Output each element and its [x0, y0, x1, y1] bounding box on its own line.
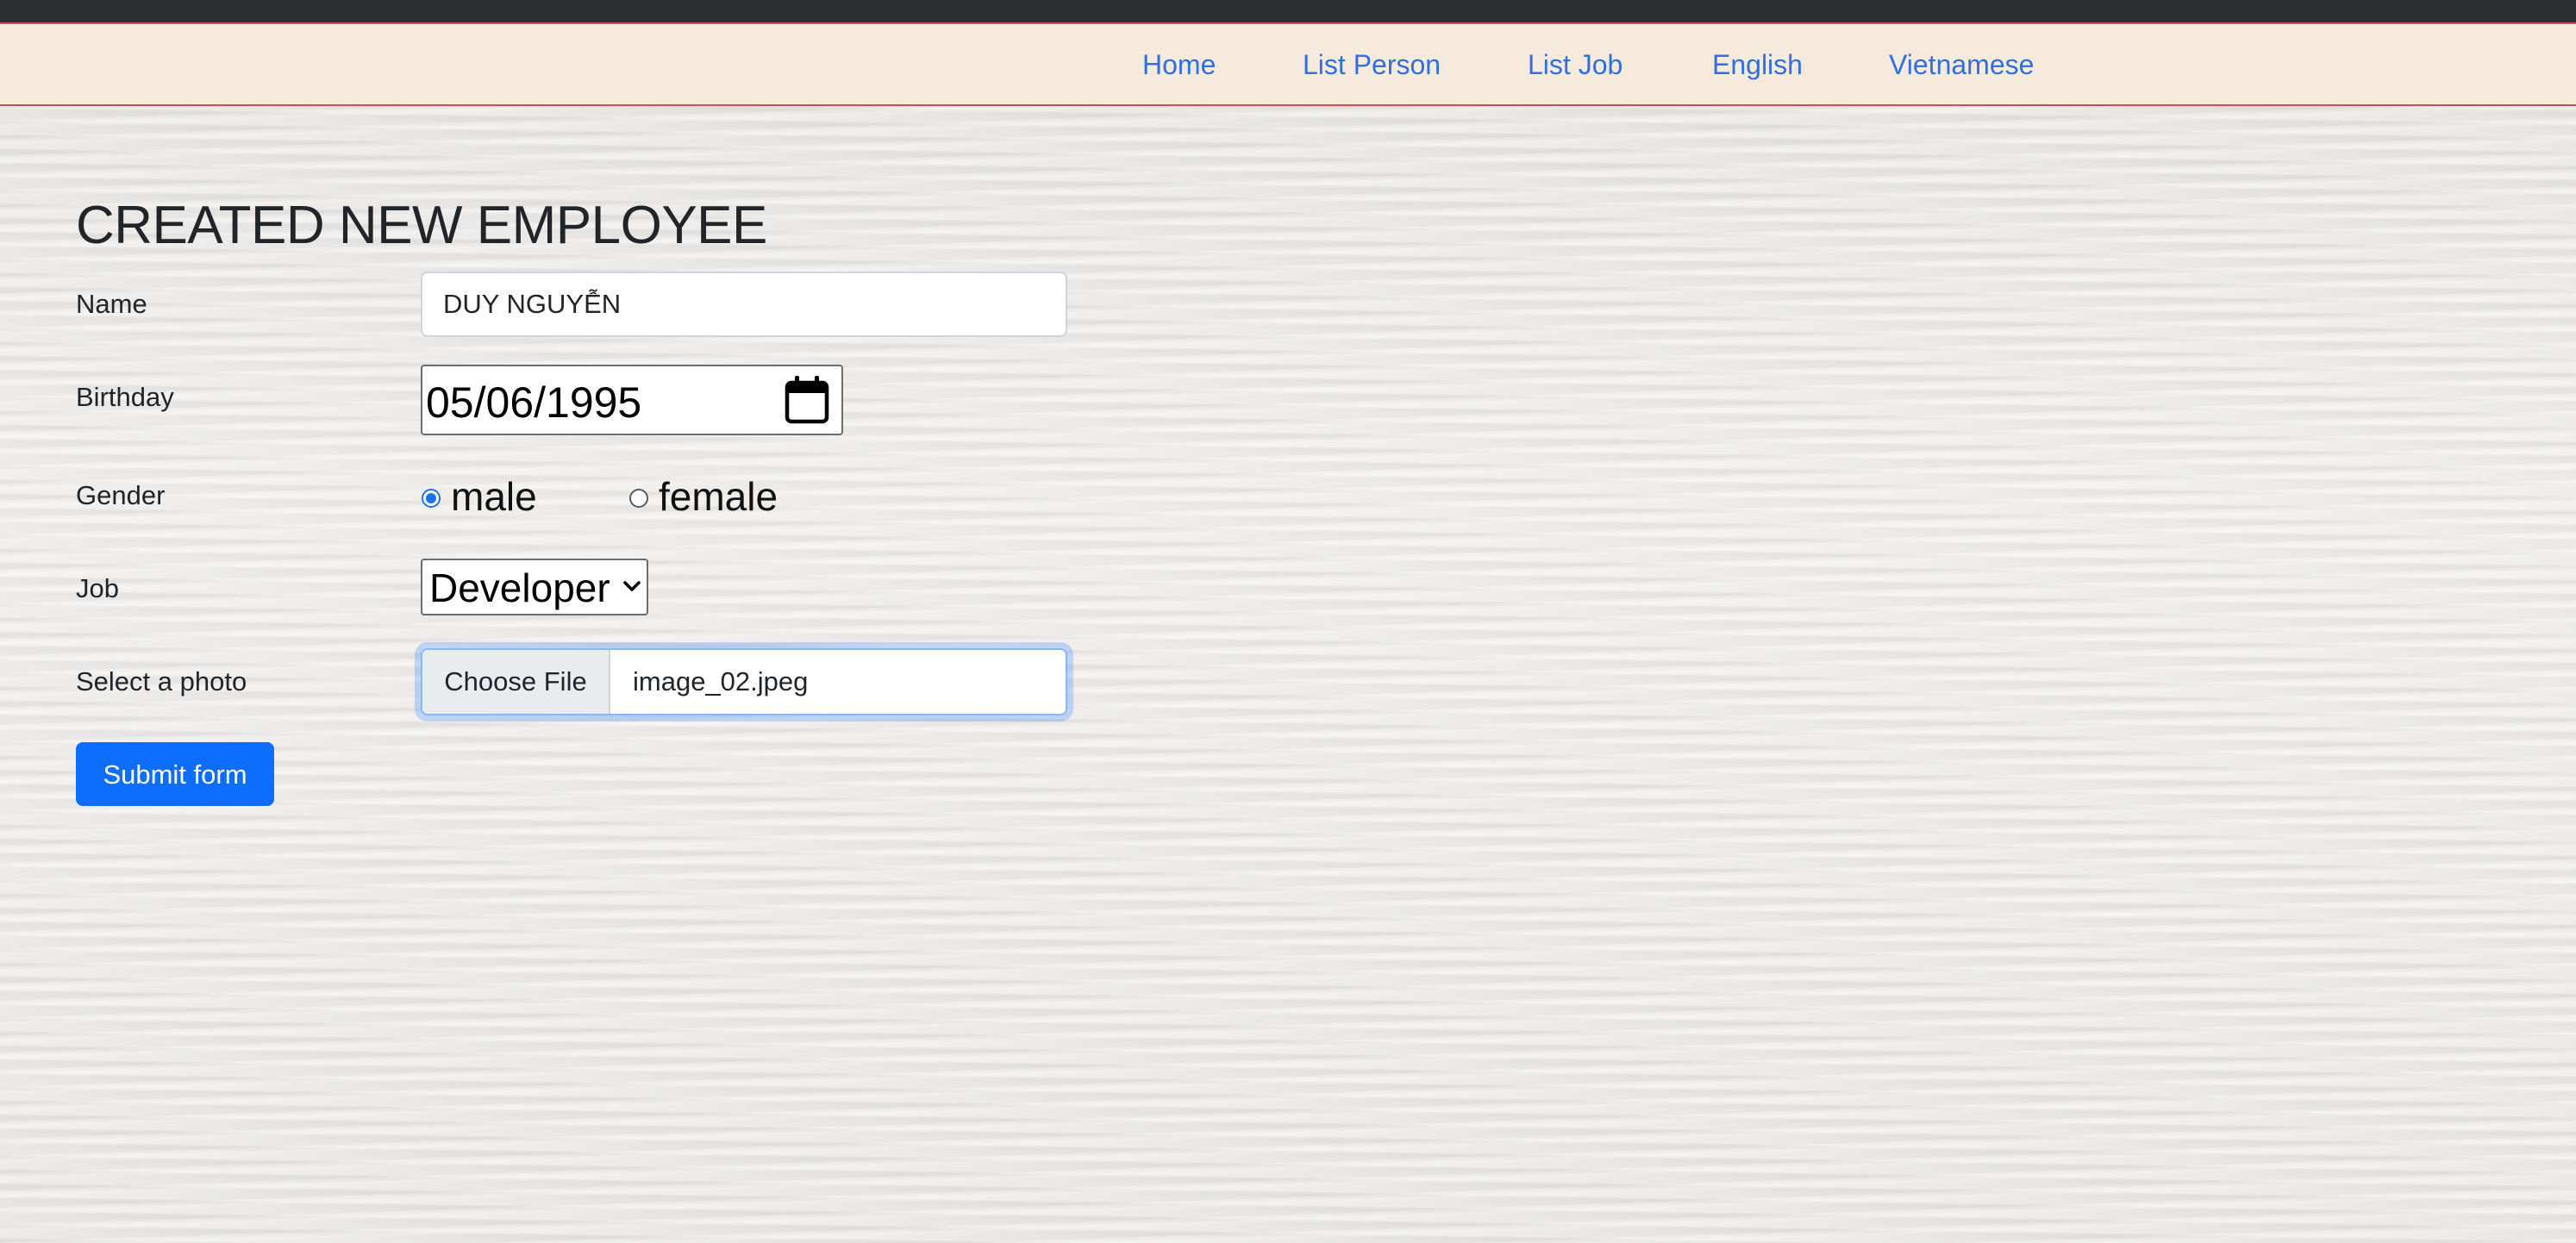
gender-female-radio[interactable] — [629, 489, 648, 508]
photo-file-input[interactable]: Choose File image_02.jpeg — [421, 648, 1067, 715]
birthday-value[interactable]: 05/06/1995 — [426, 378, 641, 427]
photo-label: Select a photo — [76, 666, 247, 696]
job-selected-value[interactable]: Developer — [429, 564, 610, 612]
calendar-icon[interactable] — [785, 375, 829, 425]
gender-male-radio[interactable] — [422, 489, 441, 508]
birthday-label: Birthday — [76, 382, 174, 412]
top-navbar: Home List Person List Job English Vietna… — [0, 22, 2576, 106]
nav-link-english[interactable]: English — [1712, 47, 1803, 82]
nav-link-home[interactable]: Home — [1142, 47, 1216, 82]
selected-file-name: image_02.jpeg — [633, 666, 809, 696]
submit-button[interactable]: Submit form — [76, 742, 274, 806]
name-input[interactable] — [421, 272, 1067, 337]
gender-male-label[interactable]: male — [451, 472, 537, 521]
job-select[interactable]: Developer — [421, 559, 648, 615]
chevron-down-icon — [623, 581, 641, 591]
nav-link-list-person[interactable]: List Person — [1303, 47, 1441, 82]
page-title: CREATED NEW EMPLOYEE — [76, 196, 767, 255]
gender-label: Gender — [76, 480, 166, 510]
choose-file-button[interactable]: Choose File — [422, 650, 610, 714]
job-label: Job — [76, 573, 119, 603]
nav-link-list-job[interactable]: List Job — [1528, 47, 1623, 82]
name-label: Name — [76, 289, 147, 319]
os-top-bar — [0, 0, 2576, 22]
birthday-date-input[interactable]: 05/06/1995 — [421, 365, 843, 435]
gender-female-label[interactable]: female — [659, 472, 778, 521]
nav-link-vietnamese[interactable]: Vietnamese — [1889, 47, 2034, 82]
